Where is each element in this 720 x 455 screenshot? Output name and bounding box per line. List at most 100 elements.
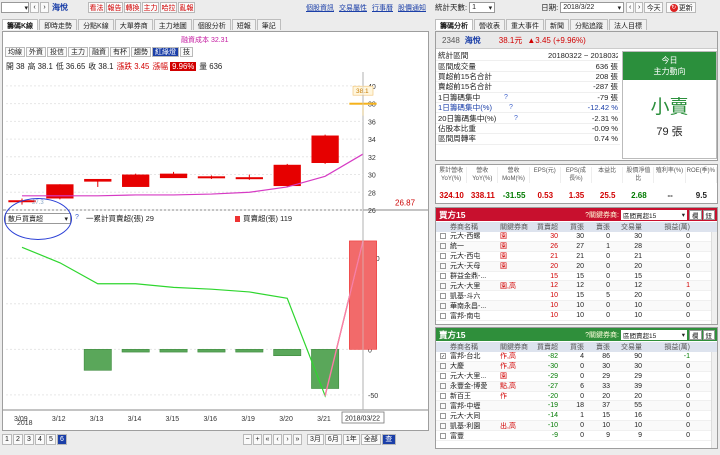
row-checkbox[interactable] xyxy=(436,432,450,439)
broker-name[interactable]: 群益金鼎-... xyxy=(450,271,500,281)
lower-bar[interactable] xyxy=(235,349,264,353)
broker-name[interactable]: 富邦-中壢 xyxy=(450,401,500,411)
zoom-out-button[interactable]: − xyxy=(243,433,252,445)
candle-body[interactable] xyxy=(84,178,112,182)
broker-name[interactable]: 元大-大里... xyxy=(450,371,500,381)
help-icon[interactable]: ? xyxy=(509,104,513,111)
left-tab-0[interactable]: 籌碼K線 xyxy=(2,19,39,30)
broker-name[interactable]: 元大-西屯 xyxy=(450,251,500,261)
right-tab-1[interactable]: 營收表 xyxy=(474,19,505,30)
row-checkbox[interactable] xyxy=(436,243,450,250)
page-button-3[interactable]: 4 xyxy=(35,433,45,445)
right-tab-4[interactable]: 分點追蹤 xyxy=(570,19,608,30)
candle-body[interactable] xyxy=(197,176,226,179)
candle-body[interactable] xyxy=(273,164,301,187)
broker-name[interactable]: 元大-大同 xyxy=(450,411,500,421)
top-button-1[interactable]: 報告 xyxy=(106,2,123,13)
range-button-2[interactable]: 1年 xyxy=(342,433,360,445)
date-prev-button[interactable]: ‹ xyxy=(626,2,635,13)
broker-name[interactable]: 新百王 xyxy=(450,391,500,401)
lower-bar[interactable] xyxy=(197,349,226,353)
row-checkbox[interactable] xyxy=(436,402,450,409)
right-tab-5[interactable]: 法人目標 xyxy=(609,19,647,30)
page-button-1[interactable]: 2 xyxy=(13,433,23,445)
row-checkbox[interactable] xyxy=(436,273,450,279)
candle-body[interactable] xyxy=(235,177,263,180)
right-tab-3[interactable]: 新聞 xyxy=(545,19,569,30)
date-next-button[interactable]: › xyxy=(635,2,644,13)
broker-name[interactable]: 富邦-南屯 xyxy=(450,311,500,321)
row-checkbox[interactable] xyxy=(436,312,450,319)
row-checkbox[interactable] xyxy=(436,363,450,370)
help-icon[interactable]: ? xyxy=(504,94,508,101)
scroll-start-button[interactable]: « xyxy=(263,433,272,445)
candle-body[interactable] xyxy=(122,174,150,187)
range-button-0[interactable]: 3月 xyxy=(307,433,324,445)
lower-bar[interactable] xyxy=(273,349,302,357)
top-button-3[interactable]: 主力 xyxy=(142,2,159,13)
page-button-0[interactable]: 1 xyxy=(2,433,12,445)
broker-name[interactable]: 富邦-台北 xyxy=(450,351,500,361)
stat-days-select[interactable]: 1 ▾ xyxy=(469,2,496,13)
row-checkbox[interactable] xyxy=(436,412,450,419)
buy-select[interactable]: 區間買超15 ▾ xyxy=(621,209,687,220)
stock-input[interactable]: ▾ xyxy=(1,2,29,13)
page-button-2[interactable]: 3 xyxy=(24,433,34,445)
row-checkbox[interactable] xyxy=(436,263,450,270)
table-row[interactable]: 富豐 -9 0 9 9 0 xyxy=(436,431,711,442)
broker-name[interactable]: 大慶 xyxy=(450,361,500,371)
broker-name[interactable]: 元大-西螺 xyxy=(450,231,500,241)
top-button-2[interactable]: 轉換 xyxy=(124,2,141,13)
help-icon[interactable]: ? xyxy=(514,115,518,122)
row-checkbox[interactable] xyxy=(436,302,450,309)
left-tab-7[interactable]: 筆記 xyxy=(256,19,281,30)
scroll-right-button[interactable]: › xyxy=(283,433,292,445)
row-checkbox[interactable] xyxy=(436,373,450,380)
prev-stock-button[interactable]: ‹ xyxy=(30,2,39,13)
top-button-0[interactable]: 看法 xyxy=(88,2,105,13)
candle-body[interactable] xyxy=(159,173,188,179)
broker-name[interactable]: 凱基-利園 xyxy=(450,421,500,431)
price-chart[interactable]: 403836343230282626.87100500-5038.127.33/… xyxy=(3,32,428,430)
range-button-4[interactable]: 查 xyxy=(381,433,396,445)
top-button-4[interactable]: 哈拉 xyxy=(160,2,177,13)
chevron-down-icon[interactable]: ▾ xyxy=(24,4,28,12)
row-checkbox[interactable] xyxy=(436,383,450,390)
broker-name[interactable]: 統一 xyxy=(450,241,500,251)
lower-bar[interactable] xyxy=(159,349,188,353)
sell-option-button[interactable]: 鈕 xyxy=(702,329,715,340)
row-checkbox[interactable] xyxy=(436,233,450,240)
left-tab-1[interactable]: 即時走勢 xyxy=(39,19,78,30)
top-link-1[interactable]: 交易屬性 xyxy=(339,3,367,13)
row-checkbox[interactable]: ✓ xyxy=(436,353,450,360)
date-picker[interactable]: 2018/3/22 ▾ xyxy=(560,2,625,13)
broker-name[interactable]: 富豐 xyxy=(450,431,500,441)
top-link-3[interactable]: 股價通知 xyxy=(398,3,426,13)
today-button[interactable]: 今天 xyxy=(644,2,664,13)
table-row[interactable]: 富邦-南屯 10 10 0 10 0 xyxy=(436,311,711,322)
buy-option-button[interactable]: 鈕 xyxy=(702,209,715,220)
scroll-end-button[interactable]: » xyxy=(293,433,302,445)
broker-name[interactable]: 永豐金-博愛 xyxy=(450,381,500,391)
right-tab-0[interactable]: 籌碼分析 xyxy=(435,19,473,30)
row-checkbox[interactable] xyxy=(436,282,450,289)
left-tab-3[interactable]: 大單券商 xyxy=(114,19,153,30)
right-tab-2[interactable]: 重大事件 xyxy=(506,19,544,30)
broker-name[interactable]: 華南永昌-... xyxy=(450,301,500,311)
left-tab-5[interactable]: 個股分析 xyxy=(192,19,231,30)
broker-name[interactable]: 凱基-斗六 xyxy=(450,291,500,301)
page-button-4[interactable]: 5 xyxy=(46,433,56,445)
broker-name[interactable]: 元大-天母 xyxy=(450,261,500,271)
lower-bar[interactable] xyxy=(121,349,150,353)
candle-body[interactable] xyxy=(311,135,339,164)
left-tab-6[interactable]: 短報 xyxy=(231,19,256,30)
top-link-2[interactable]: 行事曆 xyxy=(372,3,393,13)
buy-scrollbar[interactable] xyxy=(711,232,717,324)
lower-bar[interactable] xyxy=(83,349,112,371)
top-link-0[interactable]: 個股資訊 xyxy=(306,3,334,13)
left-tab-4[interactable]: 主力地圖 xyxy=(153,19,192,30)
next-stock-button[interactable]: › xyxy=(40,2,49,13)
row-checkbox[interactable] xyxy=(436,253,450,260)
update-button[interactable]: ↻ 更新 xyxy=(666,2,697,13)
zoom-in-button[interactable]: + xyxy=(253,433,262,445)
